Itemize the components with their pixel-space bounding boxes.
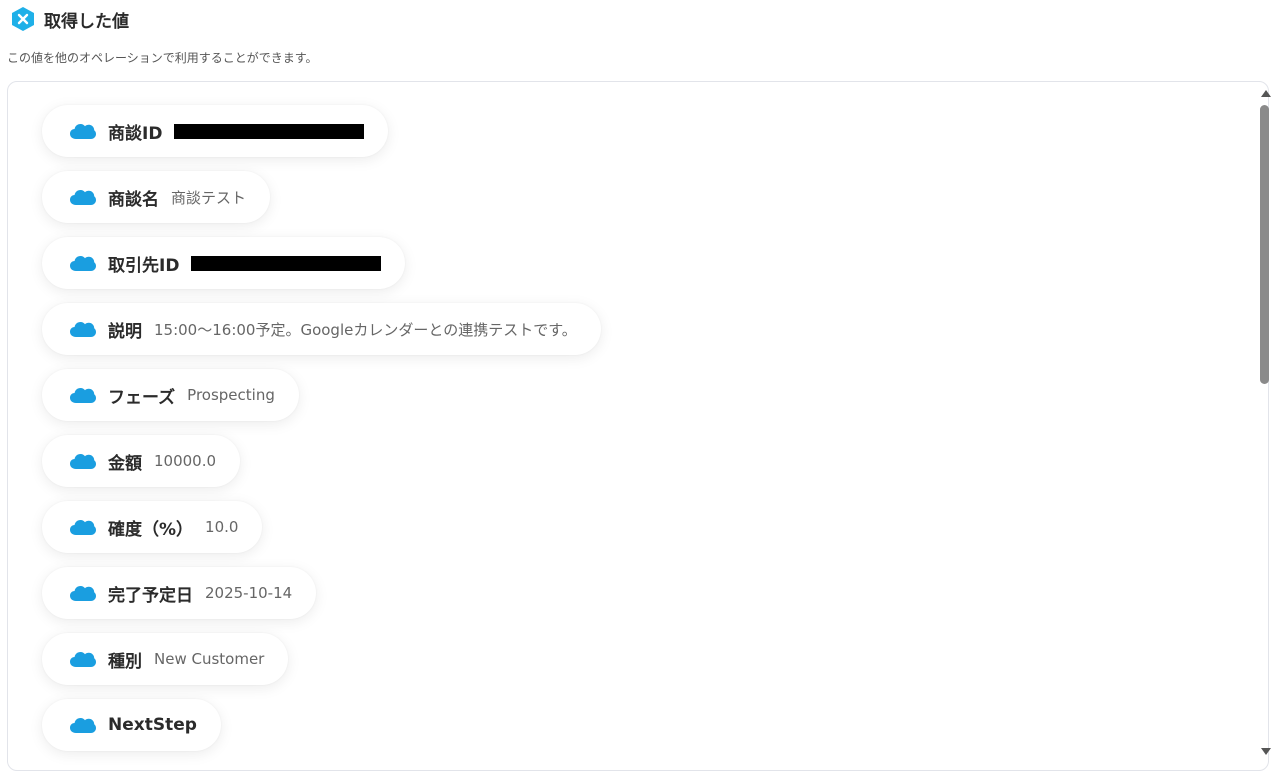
salesforce-cloud-icon	[70, 520, 96, 535]
field-value: 15:00〜16:00予定。Googleカレンダーとの連携テストです。	[154, 320, 577, 339]
scrollbar[interactable]	[1257, 84, 1277, 757]
field-value: 2025-10-14	[205, 584, 293, 602]
field-value: Prospecting	[187, 386, 275, 404]
field-label: 商談ID	[108, 123, 163, 144]
redacted-value	[174, 123, 365, 139]
field-value: 10000.0	[154, 452, 217, 470]
salesforce-cloud-icon	[70, 190, 96, 205]
salesforce-cloud-icon	[70, 652, 96, 667]
salesforce-cloud-icon	[70, 256, 96, 271]
field-label: NextStep	[108, 715, 197, 735]
values-panel: 商談ID 商談名 商談テスト取引先ID 説明 15:00〜16:00予定。Googleカ…	[7, 81, 1269, 771]
value-chip[interactable]: NextStep	[42, 699, 221, 751]
field-label: 完了予定日	[108, 585, 193, 606]
field-list: 商談ID 商談名 商談テスト取引先ID 説明 15:00〜16:00予定。Googleカ…	[42, 105, 601, 765]
value-chip[interactable]: 商談名 商談テスト	[42, 171, 271, 223]
scroll-thumb[interactable]	[1260, 105, 1269, 384]
section-title: 取得した値	[44, 11, 129, 32]
value-chip[interactable]: 金額 10000.0	[42, 435, 241, 487]
section-description: この値を他のオペレーションで利用することができます。	[7, 51, 318, 65]
scroll-up-arrow-icon[interactable]	[1261, 90, 1271, 97]
field-label: 確度（%）	[108, 519, 194, 540]
redacted-value	[191, 255, 382, 271]
field-label: 説明	[108, 321, 142, 342]
salesforce-cloud-icon	[70, 322, 96, 337]
field-label: 金額	[108, 453, 142, 474]
value-chip[interactable]: フェーズ Prospecting	[42, 369, 299, 421]
salesforce-cloud-icon	[70, 586, 96, 601]
field-value: 商談テスト	[171, 188, 247, 207]
salesforce-cloud-icon	[70, 454, 96, 469]
value-chip[interactable]: 完了予定日 2025-10-14	[42, 567, 317, 619]
value-chip[interactable]: 種別 New Customer	[42, 633, 289, 685]
field-label: 取引先ID	[108, 255, 180, 276]
field-label: 商談名	[108, 189, 159, 210]
value-chip[interactable]: 取引先ID	[42, 237, 406, 289]
salesforce-cloud-icon	[70, 124, 96, 139]
field-label: フェーズ	[108, 387, 176, 408]
salesforce-cloud-icon	[70, 388, 96, 403]
field-label: 種別	[108, 651, 142, 672]
value-chip[interactable]: 確度（%） 10.0	[42, 501, 263, 553]
salesforce-cloud-icon	[70, 718, 96, 733]
section-header: 取得した値	[10, 6, 129, 32]
yoom-logo-icon	[12, 7, 34, 31]
value-chip[interactable]: 商談ID	[42, 105, 389, 157]
field-value: 10.0	[205, 518, 239, 536]
value-chip[interactable]: 説明 15:00〜16:00予定。Googleカレンダーとの連携テストです。	[42, 303, 601, 355]
scroll-down-arrow-icon[interactable]	[1261, 748, 1271, 755]
field-value: New Customer	[154, 650, 265, 668]
